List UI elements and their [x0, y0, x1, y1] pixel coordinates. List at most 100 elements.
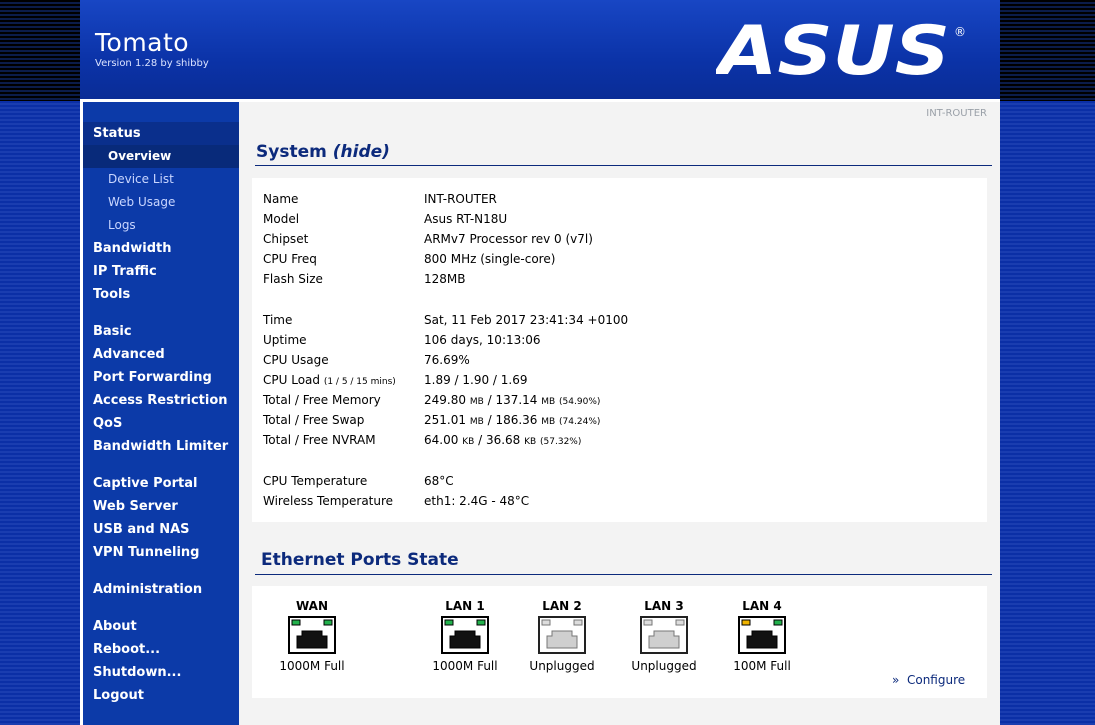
info-value: 106 days, 10:13:06	[424, 333, 541, 347]
sidebar-item-tools[interactable]: Tools	[93, 287, 130, 302]
sidebar-item-web-usage[interactable]: Web Usage	[108, 195, 175, 209]
port-status: 1000M Full	[279, 659, 345, 673]
info-value: 76.69%	[424, 353, 470, 367]
info-value: 251.01 MB / 186.36 MB (74.24%)	[424, 413, 600, 427]
sidebar-item-port-forwarding[interactable]: Port Forwarding	[93, 370, 212, 385]
ethernet-port-icon	[288, 616, 336, 654]
port-status: 100M Full	[733, 659, 791, 673]
value-percent: (57.32%)	[540, 437, 582, 447]
info-row-chipset: Chipset ARMv7 Processor rev 0 (v7l)	[252, 232, 972, 248]
value-percent: (74.24%)	[559, 417, 601, 427]
led-icon	[291, 619, 301, 626]
double-chevron-right-icon: »	[892, 673, 900, 687]
sidebar-item-advanced[interactable]: Advanced	[93, 347, 165, 362]
sidebar-item-status[interactable]: Status	[93, 126, 141, 141]
app-title: Tomato	[95, 28, 190, 57]
port-lan1: LAN 1 1000M Full	[425, 599, 505, 673]
sidebar-item-usb-nas[interactable]: USB and NAS	[93, 522, 190, 537]
info-label: Name	[263, 192, 299, 206]
sidebar: Status Overview Device List Web Usage Lo…	[80, 102, 239, 725]
info-row-name: Name INT-ROUTER	[252, 192, 972, 208]
info-label: Total / Free Memory	[263, 393, 381, 407]
info-value: 128MB	[424, 272, 466, 286]
led-icon	[541, 619, 551, 626]
info-value: 1.89 / 1.90 / 1.69	[424, 373, 528, 387]
info-row-cpu-temperature: CPU Temperature 68°C	[252, 474, 972, 490]
configure-label: Configure	[906, 673, 966, 687]
sidebar-item-vpn-tunneling[interactable]: VPN Tunneling	[93, 545, 200, 560]
system-title-text: System	[256, 142, 327, 162]
sidebar-item-reboot[interactable]: Reboot...	[93, 642, 160, 657]
led-icon	[741, 619, 751, 626]
value-free: / 36.68	[474, 433, 525, 447]
ethernet-ports-panel: WAN 1000M Full LAN 1 1000M Full LAN 2 Un…	[252, 586, 987, 698]
led-icon	[476, 619, 486, 626]
info-row-wireless-temperature: Wireless Temperature eth1: 2.4G - 48°C	[252, 494, 972, 510]
info-value: INT-ROUTER	[424, 192, 497, 206]
app-version: Version 1.28 by shibby	[95, 58, 209, 69]
asus-logo-text: ASUS	[716, 20, 950, 78]
value-total: 64.00	[424, 433, 459, 447]
port-status: Unplugged	[529, 659, 595, 673]
value-unit: MB	[469, 397, 484, 407]
value-unit: MB	[469, 417, 484, 427]
info-row-cpu-usage: CPU Usage 76.69%	[252, 353, 972, 369]
info-row-time: Time Sat, 11 Feb 2017 23:41:34 +0100	[252, 313, 972, 329]
system-section-title: System (hide)	[256, 142, 390, 162]
info-row-model: Model Asus RT-N18U	[252, 212, 972, 228]
led-icon	[323, 619, 333, 626]
port-lan3: LAN 3 Unplugged	[624, 599, 704, 673]
led-icon	[573, 619, 583, 626]
sidebar-item-captive-portal[interactable]: Captive Portal	[93, 476, 197, 491]
system-info-panel: Name INT-ROUTER Model Asus RT-N18U Chips…	[252, 178, 987, 522]
value-unit: MB	[541, 417, 556, 427]
ethernet-port-icon	[441, 616, 489, 654]
port-name: LAN 3	[644, 599, 684, 613]
info-value: Asus RT-N18U	[424, 212, 508, 226]
info-label: Time	[263, 313, 293, 327]
ethernet-title-rule	[255, 574, 992, 575]
sidebar-item-ip-traffic[interactable]: IP Traffic	[93, 264, 157, 279]
led-icon	[643, 619, 653, 626]
led-icon	[773, 619, 783, 626]
sidebar-item-basic[interactable]: Basic	[93, 324, 132, 339]
info-row-nvram: Total / Free NVRAM 64.00 KB / 36.68 KB (…	[252, 433, 972, 449]
sidebar-item-device-list[interactable]: Device List	[108, 172, 174, 186]
info-label: Uptime	[263, 333, 307, 347]
sidebar-item-overview[interactable]: Overview	[108, 149, 171, 163]
port-name: LAN 2	[542, 599, 582, 613]
info-row-flash-size: Flash Size 128MB	[252, 272, 972, 288]
value-free: / 137.14	[483, 393, 542, 407]
sidebar-item-shutdown[interactable]: Shutdown...	[93, 665, 181, 680]
value-percent: (54.90%)	[559, 397, 601, 407]
configure-link[interactable]: » Configure	[892, 673, 965, 687]
info-value: eth1: 2.4G - 48°C	[424, 494, 530, 508]
sidebar-item-administration[interactable]: Administration	[93, 582, 202, 597]
info-row-cpu-freq: CPU Freq 800 MHz (single-core)	[252, 252, 972, 268]
sidebar-item-access-restriction[interactable]: Access Restriction	[93, 393, 228, 408]
system-title-rule	[255, 165, 992, 166]
port-wan: WAN 1000M Full	[272, 599, 352, 673]
sidebar-item-logs[interactable]: Logs	[108, 218, 136, 232]
info-label: Total / Free Swap	[263, 413, 365, 427]
system-hide-link[interactable]: (hide)	[333, 142, 390, 162]
header: Tomato Version 1.28 by shibby ASUS ®	[80, 0, 1000, 99]
port-name: WAN	[295, 599, 329, 613]
sidebar-item-bandwidth-limiter[interactable]: Bandwidth Limiter	[93, 439, 228, 454]
value-unit: KB	[462, 437, 475, 447]
sidebar-item-logout[interactable]: Logout	[93, 688, 144, 703]
info-value: ARMv7 Processor rev 0 (v7l)	[424, 232, 593, 246]
info-value: 800 MHz (single-core)	[424, 252, 556, 266]
value-free: / 186.36	[483, 413, 542, 427]
info-row-swap: Total / Free Swap 251.01 MB / 186.36 MB …	[252, 413, 972, 429]
info-label: Wireless Temperature	[263, 494, 394, 508]
sidebar-item-qos[interactable]: QoS	[93, 416, 122, 431]
ethernet-port-icon	[640, 616, 688, 654]
sidebar-item-web-server[interactable]: Web Server	[93, 499, 178, 514]
sidebar-item-about[interactable]: About	[93, 619, 137, 634]
sidebar-item-bandwidth[interactable]: Bandwidth	[93, 241, 171, 256]
asus-logo: ASUS ®	[716, 20, 966, 78]
hostname-label: INT-ROUTER	[926, 108, 987, 119]
info-label: Flash Size	[263, 272, 323, 286]
info-label: Total / Free NVRAM	[263, 433, 376, 447]
